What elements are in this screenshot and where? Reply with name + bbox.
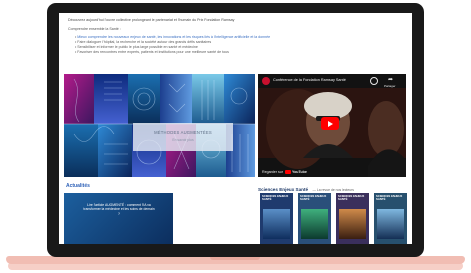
watch-on-youtube[interactable]: Regarder sur YouTube [262, 168, 307, 175]
laptop-screen: Découvrez aujourd'hui l'ouvre collective… [59, 13, 412, 244]
share-label[interactable]: Partager [384, 84, 396, 88]
bullet-1: • Mieux comprendre les nouveaux enjeux d… [75, 35, 271, 39]
watch-on-label: Regarder sur [262, 169, 283, 174]
magazine-cover-2-art [301, 209, 328, 239]
youtube-label: YouTube [291, 169, 307, 174]
actualites-card[interactable]: Lire l'article AUGMENTÉ : comment l'IA v… [64, 193, 173, 244]
magazine-cover-2[interactable]: SCIENCES ENJEUX SANTÉ [298, 193, 331, 244]
magazines-subtitle: — La revue de nos lecteurs [312, 188, 354, 192]
intro-subtitle: Comprendre ensemble la Santé : [68, 27, 121, 31]
play-icon [328, 120, 333, 127]
channel-avatar[interactable] [262, 77, 270, 85]
magazine-cover-3-art [339, 209, 366, 239]
magazine-cover-1-art [263, 209, 290, 239]
magazine-cover-4-title: SCIENCES ENJEUX SANTÉ [376, 194, 403, 202]
featured-title: MÉTHODES AUGMENTÉES [154, 130, 212, 135]
video-player[interactable]: Conférence de la Fondation Ramsay Santé … [258, 74, 406, 177]
magazines-title: Sciences Enjeux Santé [258, 187, 309, 192]
magazine-cover-1[interactable]: SCIENCES ENJEUX SANTÉ [260, 193, 293, 244]
magazine-cover-4[interactable]: SCIENCES ENJEUX SANTÉ [374, 193, 407, 244]
magazine-cover-4-art [377, 209, 404, 239]
bullet-4: • Favoriser des rencontres entre experts… [75, 50, 229, 54]
bullet-3: • Sensibiliser et informer le public le … [75, 45, 198, 49]
video-title[interactable]: Conférence de la Fondation Ramsay Santé [273, 78, 368, 82]
magazine-cover-3-title: SCIENCES ENJEUX SANTÉ [338, 194, 365, 202]
featured-card[interactable]: MÉTHODES AUGMENTÉES En savoir plus [133, 123, 233, 151]
youtube-icon [284, 169, 291, 174]
bullet-4-text: Favoriser des rencontres entre experts, … [77, 50, 229, 54]
actualites-teaser: Lire l'article AUGMENTÉ : comment l'IA v… [83, 203, 155, 216]
bullet-2-text: Faire dialoguer l'hôpital, la recherche … [77, 40, 212, 44]
bullet-3-text: Sensibiliser et informer le public le pl… [77, 45, 198, 49]
intro-text: Découvrez aujourd'hui l'ouvre collective… [68, 18, 235, 22]
featured-subtitle: En savoir plus [172, 138, 194, 142]
bullet-2: • Faire dialoguer l'hôpital, la recherch… [75, 40, 212, 44]
magazine-cover-2-title: SCIENCES ENJEUX SANTÉ [300, 194, 327, 202]
play-button[interactable] [321, 117, 339, 130]
share-icon[interactable]: ➦ [388, 77, 393, 83]
clock-icon[interactable] [370, 77, 378, 85]
actualites-heading: Actualités [66, 183, 90, 189]
magazine-cover-3[interactable]: SCIENCES ENJEUX SANTÉ [336, 193, 369, 244]
bullet-1-text: Mieux comprendre les nouveaux enjeux de … [77, 35, 271, 39]
magazine-cover-1-title: SCIENCES ENJEUX SANTÉ [262, 194, 289, 202]
